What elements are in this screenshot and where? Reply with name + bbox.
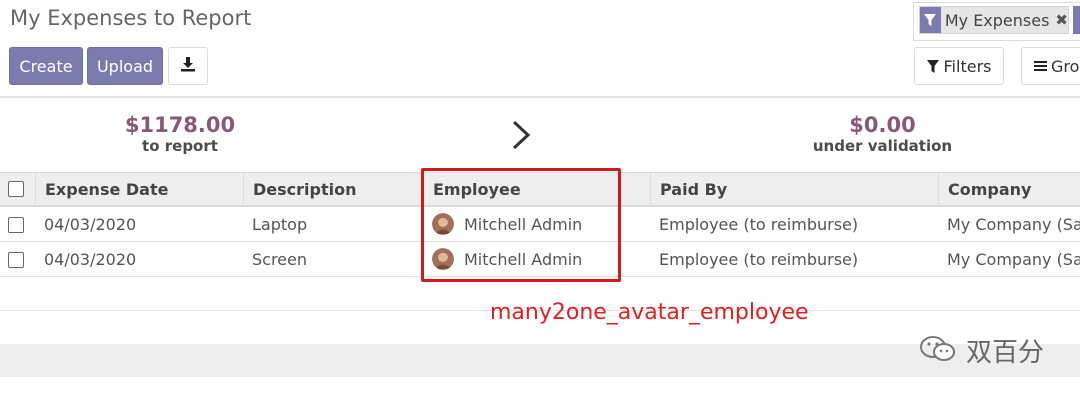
cell-paid-by: Employee (to reimburse) — [659, 249, 859, 269]
column-company[interactable]: Company — [938, 173, 1080, 206]
annotation-label: many2one_avatar_employee — [490, 300, 809, 325]
under-validation-amount: $0.00 — [849, 113, 916, 137]
page-title: My Expenses to Report — [10, 6, 252, 30]
wechat-icon — [918, 334, 958, 368]
download-icon — [180, 56, 196, 76]
to-report-stat[interactable]: $1178.00 to report — [100, 113, 260, 155]
column-paid-by[interactable]: Paid By — [650, 173, 938, 206]
filters-button[interactable]: Filters — [914, 47, 1004, 85]
upload-button[interactable]: Upload — [87, 47, 163, 85]
download-button[interactable] — [168, 47, 208, 85]
cell-expense-date: 04/03/2020 — [44, 249, 137, 269]
under-validation-stat[interactable]: $0.00 under validation — [790, 113, 975, 155]
column-description[interactable]: Description — [243, 173, 423, 206]
row-checkbox[interactable] — [8, 217, 24, 233]
group-by-button[interactable]: Gro — [1021, 47, 1080, 85]
employee-column-highlight — [421, 168, 621, 282]
to-report-label: to report — [142, 137, 218, 155]
cell-description: Laptop — [252, 214, 308, 234]
filters-label: Filters — [943, 56, 992, 76]
watermark: 双百分 — [918, 332, 1044, 369]
group-by-label: Gro — [1051, 56, 1080, 76]
cell-description: Screen — [252, 249, 308, 269]
list-icon — [1034, 60, 1047, 72]
select-all-checkbox[interactable] — [8, 181, 24, 197]
under-validation-label: under validation — [812, 137, 953, 155]
search-facet[interactable]: My Expenses ✖ — [919, 6, 1069, 34]
chevron-right-icon — [506, 118, 536, 156]
cell-company: My Company (San — [947, 214, 1080, 234]
filter-icon — [920, 7, 941, 33]
watermark-text: 双百分 — [966, 338, 1045, 368]
to-report-amount: $1178.00 — [124, 113, 236, 137]
search-facet-label: My Expenses — [944, 10, 1050, 30]
cell-paid-by: Employee (to reimburse) — [659, 214, 859, 234]
search-facet-partial[interactable] — [1073, 6, 1080, 34]
close-icon[interactable]: ✖ — [1055, 11, 1068, 29]
create-button[interactable]: Create — [9, 47, 83, 85]
column-expense-date[interactable]: Expense Date — [35, 173, 243, 206]
cell-expense-date: 04/03/2020 — [44, 214, 137, 234]
filter-icon — [926, 59, 939, 73]
control-panel-divider — [0, 96, 1080, 98]
row-checkbox[interactable] — [8, 252, 24, 268]
cell-company: My Company (San — [947, 249, 1080, 269]
